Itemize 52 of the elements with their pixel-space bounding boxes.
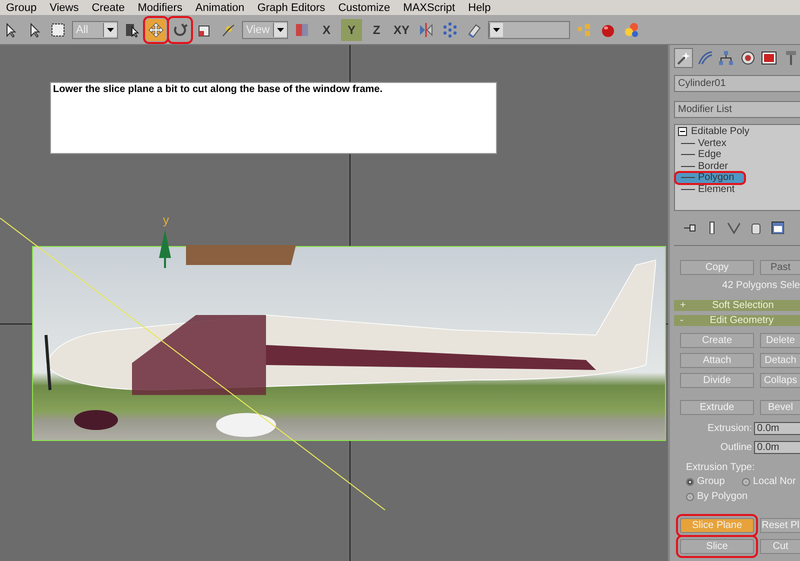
caret-icon	[107, 28, 114, 32]
motion-circle-icon[interactable]	[740, 50, 756, 66]
menu-item[interactable]: Views	[50, 2, 79, 14]
rollout-header[interactable]: - Edit Geometry	[674, 315, 800, 326]
object-name-field[interactable]: Cylinder01	[674, 75, 800, 92]
display-icon[interactable]	[761, 50, 778, 66]
wand-icon[interactable]	[675, 50, 692, 66]
instruction-note: Lower the slice plane a bit to cut along the base of the window frame.	[50, 82, 497, 154]
mirror-icon[interactable]	[418, 22, 434, 38]
menu-item[interactable]: Modifiers	[138, 2, 182, 14]
caret-icon	[493, 28, 500, 32]
rotate-icon[interactable]	[172, 22, 188, 38]
stack-subitem[interactable]: Vertex	[675, 138, 800, 149]
stack-subitem[interactable]: Polygon	[675, 172, 745, 184]
stack-subitem[interactable]: Element	[675, 184, 800, 195]
menu-item[interactable]: Animation	[195, 2, 244, 14]
array-dots-icon[interactable]	[442, 22, 458, 38]
viewport[interactable]: Lower the slice plane a bit to cut along the base of the window frame. y	[0, 45, 668, 561]
move-arrows-icon[interactable]	[148, 22, 164, 38]
value-field[interactable]: 0.0m	[754, 441, 800, 454]
axis-button[interactable]: Z	[366, 18, 387, 40]
axis-label: y	[163, 213, 169, 227]
eraser-icon[interactable]	[466, 22, 482, 38]
modifier-list-dropdown[interactable]: Modifier List	[674, 101, 800, 118]
hierarchy-icon[interactable]	[718, 50, 734, 66]
menu-item[interactable]: MAXScript	[403, 2, 456, 14]
menu-item[interactable]: Group	[6, 2, 37, 14]
field-label: Extrusion:	[708, 423, 752, 434]
field-label: Outline	[720, 442, 752, 453]
menu-item[interactable]: Customize	[338, 2, 390, 14]
stack-item[interactable]: Editable Poly	[675, 126, 800, 138]
menu-item[interactable]: Graph Editors	[257, 2, 326, 14]
axis-button[interactable]: X	[316, 18, 337, 40]
list-cursor-icon[interactable]	[124, 22, 140, 38]
axis-button[interactable]: Y	[341, 18, 362, 40]
modifier-stack[interactable]: Editable Poly Vertex Edge Border Polygon Element	[674, 124, 800, 211]
caret-icon	[277, 28, 284, 32]
material-spheres-icon[interactable]	[624, 22, 640, 38]
rollout-header[interactable]: + Soft Selection	[674, 300, 800, 311]
value-field[interactable]: 0.0m	[754, 422, 800, 435]
stack-subitem[interactable]: Edge	[675, 149, 800, 160]
configure-icon[interactable]	[770, 220, 784, 234]
menu-item[interactable]: Help	[468, 2, 491, 14]
gizmo-axis-arrow	[157, 228, 173, 268]
group-label: Extrusion Type:	[686, 462, 756, 473]
collapse-icon[interactable]	[678, 127, 687, 136]
stack-subitem[interactable]: Border	[675, 160, 800, 172]
region-select-icon[interactable]	[50, 22, 66, 38]
selection-info: 42 Polygons Sele	[721, 280, 800, 291]
dropdown[interactable]	[488, 20, 570, 38]
menu-item[interactable]: Create	[92, 2, 125, 14]
axis-button[interactable]: XY	[391, 18, 412, 40]
